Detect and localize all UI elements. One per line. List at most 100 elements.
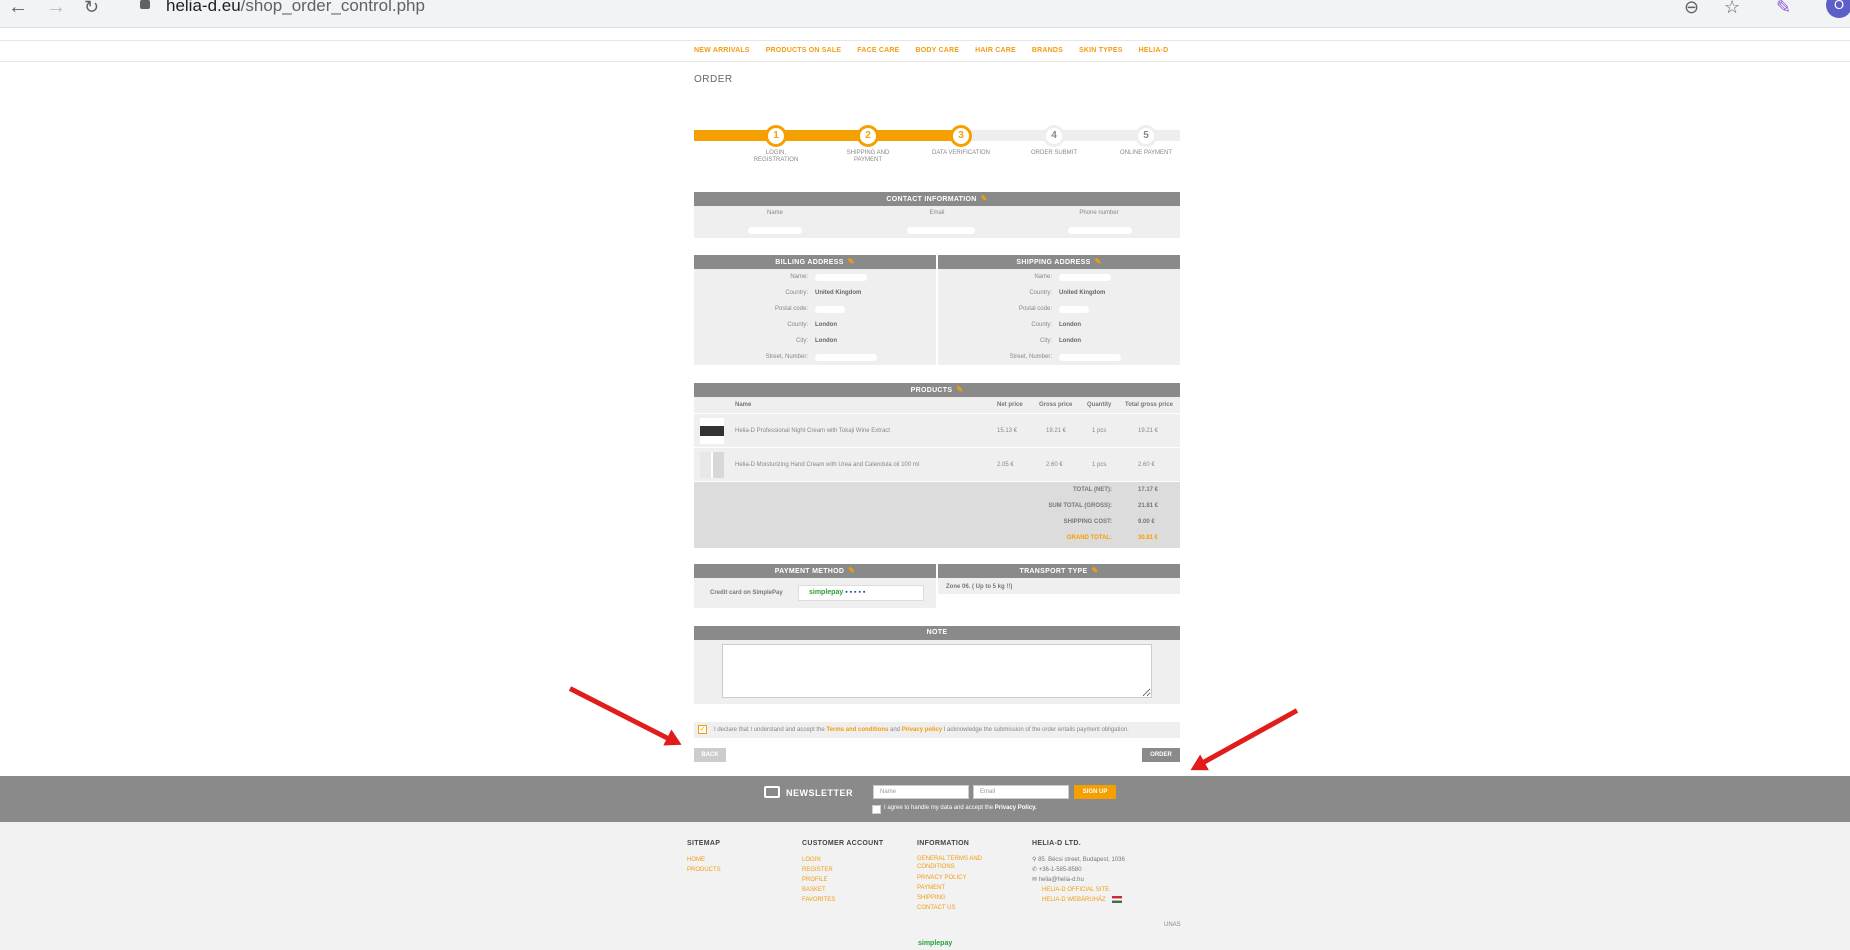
contact-title: CONTACT INFORMATION <box>886 196 977 203</box>
product-gross: 2.60 € <box>1046 462 1063 468</box>
shipping-label-0: Name: <box>1034 274 1052 280</box>
product-thumbnail[interactable] <box>700 418 724 444</box>
newsletter-email-input[interactable]: Email <box>973 785 1069 799</box>
back-arrow-icon[interactable]: ← <box>8 0 28 17</box>
step-5-label: ONLINE PAYMENT <box>1119 150 1173 156</box>
footer-company-title: HELIA-D LTD. <box>1032 840 1081 847</box>
redacted-name <box>748 227 802 234</box>
footer-link-official-site[interactable]: HELIA-D OFFICIAL SITE <box>1042 885 1125 895</box>
nav-brands[interactable]: BRANDS <box>1032 47 1063 54</box>
reload-icon[interactable]: ↻ <box>84 0 99 16</box>
terms-link[interactable]: Terms and conditions <box>826 727 888 733</box>
contact-phone-label: Phone number <box>1079 210 1119 216</box>
footer-link-home[interactable]: HOME <box>687 855 721 865</box>
newsletter-name-input[interactable]: Name <box>873 785 969 799</box>
newsletter-agree-checkbox[interactable] <box>872 805 881 814</box>
privacy-policy-link[interactable]: Privacy Policy. <box>995 805 1037 811</box>
url-text[interactable]: helia-d.eu/shop_order_control.php <box>166 0 425 16</box>
privacy-link[interactable]: Privacy policy <box>902 727 942 733</box>
nav-face-care[interactable]: FACE CARE <box>857 47 899 54</box>
step-4-label: ORDER SUBMIT <box>1030 150 1077 156</box>
product-net: 2.05 € <box>997 462 1014 468</box>
shipping-label-1: Country: <box>1029 290 1052 296</box>
footer-email-text[interactable]: helia@helia-d.hu <box>1039 877 1084 883</box>
signup-button[interactable]: SIGN UP <box>1074 785 1116 799</box>
extension-pen-icon[interactable]: ✎ <box>1776 0 1791 18</box>
nav-products-on-sale[interactable]: PRODUCTS ON SALE <box>766 47 842 54</box>
forward-arrow-icon[interactable]: → <box>46 0 66 17</box>
page-title: ORDER <box>694 74 733 85</box>
redacted-phone <box>1068 227 1132 234</box>
billing-redacted-2 <box>815 306 845 313</box>
footer-sitemap-title: SITEMAP <box>687 840 721 847</box>
shipping-redacted-2 <box>1059 306 1089 313</box>
step-2-label: SHIPPING AND PAYMENT <box>846 150 890 163</box>
product-thumbnail[interactable] <box>700 452 724 478</box>
product-gross: 19.21 € <box>1046 428 1067 434</box>
contact-columns: Name Email Phone number <box>694 210 1180 216</box>
unas-label[interactable]: UNAS <box>1164 922 1181 928</box>
nav-helia-d[interactable]: HELIA-D <box>1139 47 1169 54</box>
product-net: 15.13 € <box>997 428 1018 434</box>
footer-link-contact[interactable]: CONTACT US <box>917 903 997 913</box>
transport-title: TRANSPORT TYPE <box>1019 568 1088 575</box>
red-arrow-to-checkbox <box>568 686 674 743</box>
footer-email: ✉ helia@helia-d.hu <box>1032 875 1125 885</box>
billing-value-1: United Kingdom <box>815 290 862 296</box>
step-1-label: LOGIN, REGISTRATION <box>753 150 799 163</box>
footer-webshop[interactable]: HELIA-D WEBÁRUHÁZ <box>1042 895 1125 905</box>
shipping-redacted-5 <box>1059 354 1121 361</box>
back-button[interactable]: BACK <box>694 748 726 762</box>
footer-link-profile[interactable]: PROFILE <box>802 875 883 885</box>
product-total: 19.21 € <box>1138 428 1159 434</box>
step-4-circle: 4 <box>1043 125 1065 147</box>
step-1-circle: 1 <box>765 125 787 147</box>
footer-link-shipping[interactable]: SHIPPING <box>917 893 997 903</box>
edit-icon[interactable]: ✎ <box>1091 566 1098 575</box>
star-icon[interactable]: ☆ <box>1724 0 1740 18</box>
zoom-icon[interactable]: ⊖ <box>1684 0 1699 18</box>
edit-icon[interactable]: ✎ <box>981 194 988 203</box>
footer-link-login[interactable]: LOGIN <box>802 855 883 865</box>
product-name[interactable]: Helia-D Professional Night Cream with To… <box>735 428 890 434</box>
sum-gross-label: SUM TOTAL (GROSS): <box>1048 503 1112 509</box>
nav-hair-care[interactable]: HAIR CARE <box>975 47 1016 54</box>
nav-skin-types[interactable]: SKIN TYPES <box>1079 47 1123 54</box>
footer-link-products[interactable]: PRODUCTS <box>687 865 721 875</box>
url-domain: helia-d.eu <box>166 0 241 15</box>
billing-label-0: Name: <box>790 274 808 280</box>
nav-body-care[interactable]: BODY CARE <box>915 47 959 54</box>
edit-icon[interactable]: ✎ <box>848 257 855 266</box>
note-textarea[interactable] <box>722 644 1152 698</box>
footer-link-privacy[interactable]: PRIVACY POLICY <box>917 873 997 883</box>
avatar[interactable]: O <box>1826 0 1850 18</box>
footer-link-favorites[interactable]: FAVORITES <box>802 895 883 905</box>
declaration-row: I declare that I understand and accept t… <box>694 722 1180 738</box>
transport-panel-header: TRANSPORT TYPE ✎ <box>938 564 1180 578</box>
shipping-label-4: City: <box>1040 338 1052 344</box>
footer-link-payment[interactable]: PAYMENT <box>917 883 997 893</box>
edit-icon[interactable]: ✎ <box>1095 257 1102 266</box>
billing-label-5: Street, Number: <box>765 354 808 360</box>
edit-icon[interactable]: ✎ <box>956 385 963 394</box>
note-panel-header: NOTE <box>694 626 1180 640</box>
step-5-circle: 5 <box>1135 125 1157 147</box>
step-2-circle: 2 <box>857 125 879 147</box>
billing-value-4: London <box>815 338 837 344</box>
table-row: Helia-D Professional Night Cream with To… <box>694 414 1180 448</box>
declaration-checkbox[interactable]: ✓ <box>698 725 707 734</box>
footer-link-basket[interactable]: BASKET <box>802 885 883 895</box>
order-button[interactable]: ORDER <box>1142 748 1180 762</box>
shipping-cost-value: 9.00 € <box>1138 519 1155 525</box>
col-gross-price: Gross price <box>1039 402 1073 408</box>
order-totals: TOTAL (NET): 17.17 € SUM TOTAL (GROSS): … <box>694 482 1180 548</box>
nav-new-arrivals[interactable]: NEW ARRIVALS <box>694 47 750 54</box>
footer-phone-text: +36-1-585-8580 <box>1038 867 1082 873</box>
declare-text-and: and <box>890 727 901 733</box>
footer-link-terms[interactable]: GENERAL TERMS AND CONDITIONS <box>917 855 992 871</box>
edit-icon[interactable]: ✎ <box>848 566 855 575</box>
product-name[interactable]: Helia-D Moisturizing Hand Cream with Ure… <box>735 462 919 468</box>
shipping-title: SHIPPING ADDRESS <box>1016 259 1091 266</box>
url-path: /shop_order_control.php <box>240 0 425 15</box>
footer-link-register[interactable]: REGISTER <box>802 865 883 875</box>
